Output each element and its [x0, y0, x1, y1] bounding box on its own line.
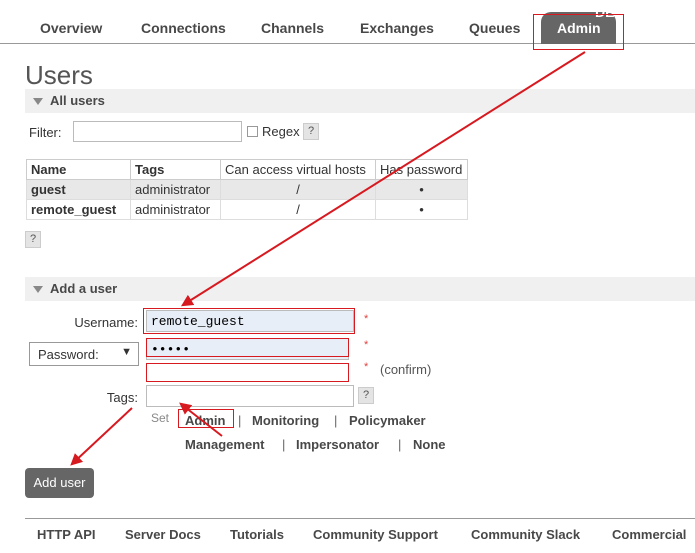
nav-overview[interactable]: Overview	[40, 20, 102, 36]
username-annotation-box	[143, 308, 355, 334]
col-vhosts[interactable]: Can access virtual hosts	[220, 159, 376, 180]
filter-label: Filter:	[29, 125, 62, 140]
confirm-annotation-box	[146, 363, 349, 382]
user-tags: administrator	[130, 179, 221, 200]
user-vhosts: /	[220, 179, 376, 200]
required-mark: *	[364, 339, 369, 351]
col-name[interactable]: Name	[26, 159, 131, 180]
admin-tag-annotation-box	[178, 409, 234, 428]
username-label: Username:	[74, 315, 138, 330]
nav-connections[interactable]: Connections	[141, 20, 226, 36]
all-users-section-toggle[interactable]: All users	[25, 89, 695, 113]
regex-label: Regex	[262, 124, 300, 139]
set-label: Set	[151, 411, 170, 425]
tag-none-link[interactable]: None	[413, 437, 446, 452]
nav-channels[interactable]: Channels	[261, 20, 324, 36]
confirm-label: (confirm)	[380, 362, 432, 377]
separator: |	[238, 413, 242, 428]
collapse-triangle-icon	[33, 98, 43, 105]
footer-server-docs[interactable]: Server Docs	[125, 527, 201, 542]
password-type-select[interactable]: Password: ▼	[29, 342, 139, 366]
tag-monitoring-link[interactable]: Monitoring	[252, 413, 319, 428]
filter-help-button[interactable]: ?	[303, 123, 319, 140]
footer-http-api[interactable]: HTTP API	[37, 527, 96, 542]
password-select-value: Password:	[38, 347, 99, 362]
table-help-button[interactable]: ?	[25, 231, 41, 248]
footer-commercial[interactable]: Commercial	[612, 527, 686, 542]
nav-queues[interactable]: Queues	[469, 20, 520, 36]
user-has-password: •	[375, 199, 468, 220]
nav-exchanges[interactable]: Exchanges	[360, 20, 434, 36]
table-row: remote_guest administrator / •	[26, 199, 468, 220]
user-name-link[interactable]: remote_guest	[26, 199, 131, 220]
tag-management-link[interactable]: Management	[185, 437, 264, 452]
col-tags[interactable]: Tags	[130, 159, 221, 180]
users-table: Name Tags Can access virtual hosts Has p…	[26, 159, 468, 220]
admin-tab-annotation-box	[533, 14, 624, 50]
footer-community-support[interactable]: Community Support	[313, 527, 438, 542]
footer-tutorials[interactable]: Tutorials	[230, 527, 284, 542]
caret-down-icon: ▼	[121, 346, 132, 358]
required-mark: *	[364, 361, 369, 373]
add-user-heading: Add a user	[50, 281, 118, 296]
user-name-link[interactable]: guest	[26, 179, 131, 200]
user-vhosts: /	[220, 199, 376, 220]
tags-input[interactable]	[146, 385, 354, 407]
separator: |	[398, 437, 402, 452]
arrow-tags-to-add-button	[70, 407, 133, 466]
top-nav: Overview Connections Channels Exchanges …	[0, 0, 695, 50]
tag-policymaker-link[interactable]: Policymaker	[349, 413, 426, 428]
tag-impersonator-link[interactable]: Impersonator	[296, 437, 379, 452]
add-user-button[interactable]: Add user	[25, 468, 94, 498]
collapse-triangle-icon	[33, 286, 43, 293]
table-row: guest administrator / •	[26, 179, 468, 200]
tags-label: Tags:	[106, 390, 138, 405]
add-user-section-toggle[interactable]: Add a user	[25, 277, 695, 301]
col-has-password[interactable]: Has password	[375, 159, 468, 180]
user-has-password: •	[375, 179, 468, 200]
user-tags: administrator	[130, 199, 221, 220]
required-mark: *	[364, 313, 369, 325]
footer-community-slack[interactable]: Community Slack	[471, 527, 580, 542]
password-annotation-box	[146, 338, 349, 357]
tags-help-button[interactable]: ?	[358, 387, 374, 404]
regex-checkbox[interactable]	[247, 126, 258, 137]
filter-input[interactable]	[73, 121, 242, 142]
separator: |	[282, 437, 286, 452]
page-title: Users	[25, 60, 93, 90]
separator: |	[334, 413, 338, 428]
all-users-heading: All users	[50, 93, 105, 108]
